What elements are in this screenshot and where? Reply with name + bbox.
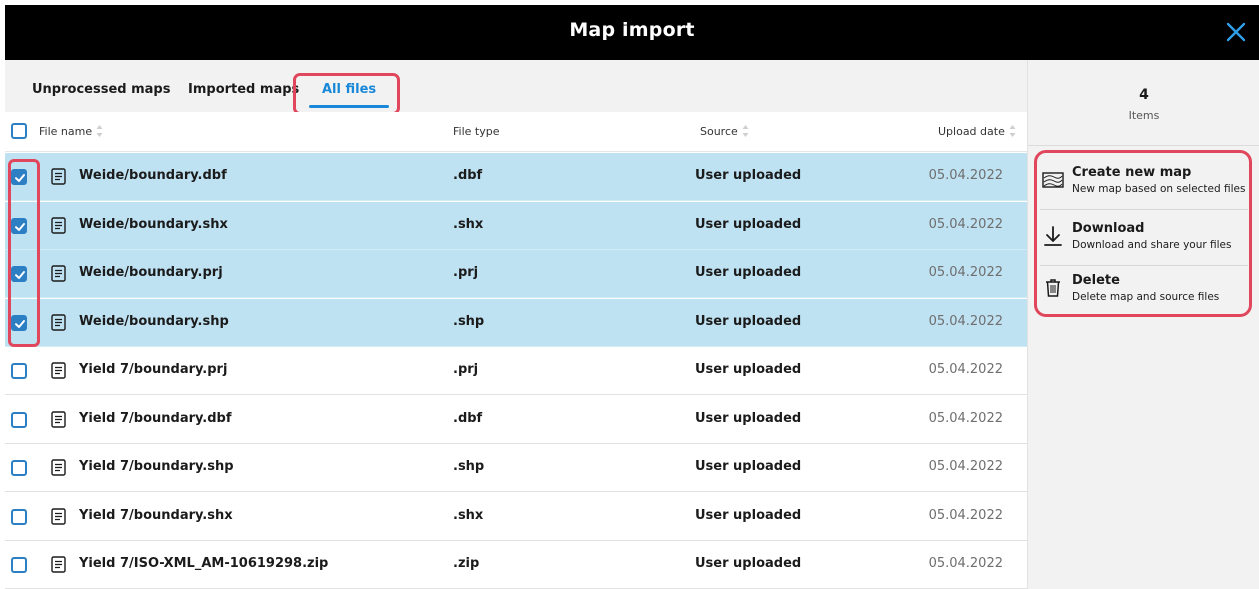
table-row[interactable]: Yield 7/boundary.prj .prj User uploaded 05.…: [5, 347, 1027, 395]
file-source: User uploaded: [695, 556, 802, 571]
column-header-label: Source: [700, 125, 738, 138]
document-icon: [51, 168, 66, 185]
file-name: Weide/boundary.prj: [79, 265, 223, 280]
upload-date: 05.04.2022: [928, 168, 1003, 183]
file-source: User uploaded: [695, 313, 802, 329]
sort-icon: [1009, 125, 1016, 137]
upload-date: 05.04.2022: [928, 265, 1003, 280]
file-type: .dbf: [453, 168, 483, 183]
table-row[interactable]: Weide/boundary.shp .shp User uploaded 05.04…: [5, 298, 1027, 347]
document-icon: [51, 459, 66, 476]
table-row[interactable]: Weide/boundary.dbf .dbf User uploaded 05.04…: [5, 153, 1027, 201]
document-icon: [51, 216, 66, 234]
table-header: File name File type Source Upload date: [5, 112, 1027, 152]
file-type: .shp: [453, 459, 485, 474]
column-header-file-name[interactable]: File name: [39, 125, 103, 139]
table-row[interactable]: Yield 7/boundary.shp .shp User uploaded 05.…: [5, 444, 1027, 492]
map-import-dialog: Map import Unprocessed maps Imported map…: [5, 5, 1259, 589]
file-name: Yield 7/boundary.shp: [79, 459, 234, 474]
file-list-panel: Unprocessed maps Imported maps All files…: [5, 60, 1027, 589]
column-header-upload-date[interactable]: Upload date: [938, 125, 1016, 139]
upload-date: 05.04.2022: [928, 459, 1003, 474]
file-type: .shx: [453, 216, 484, 232]
file-source: User uploaded: [695, 265, 802, 280]
sort-icon: [96, 125, 103, 137]
selected-count: 4: [1139, 87, 1149, 103]
file-name: Weide/boundary.dbf: [79, 168, 227, 183]
row-checkbox[interactable]: [11, 411, 27, 428]
document-icon: [51, 556, 66, 573]
document-icon: [51, 362, 66, 379]
dialog-title: Map import: [569, 19, 695, 41]
file-name: Weide/boundary.shx: [79, 216, 228, 232]
column-header-file-type[interactable]: File type: [453, 125, 499, 138]
table-row[interactable]: Weide/boundary.prj .prj User uploaded 05.04…: [5, 250, 1027, 298]
selected-count-label: Items: [1128, 109, 1160, 122]
title-bar: Map import: [5, 5, 1259, 60]
divider: [1028, 145, 1259, 146]
action-sidebar: 4 Items Create new map New map based on …: [1027, 60, 1259, 589]
row-checkbox[interactable]: [11, 508, 27, 525]
row-checkbox[interactable]: [11, 363, 27, 379]
file-type: .shp: [453, 313, 485, 329]
table-row[interactable]: Weide/boundary.shx .shx User uploaded 05.04…: [5, 201, 1027, 250]
file-name: Yield 7/boundary.dbf: [79, 410, 232, 426]
upload-date: 05.04.2022: [928, 507, 1003, 523]
document-icon: [51, 410, 66, 428]
row-checkbox[interactable]: [11, 557, 27, 573]
actions-highlight-annotation: [1034, 150, 1252, 317]
column-header-label: Upload date: [938, 125, 1005, 138]
table-row[interactable]: Yield 7/boundary.dbf .dbf User uploaded 05.…: [5, 396, 1027, 444]
checkbox-highlight-annotation: [8, 159, 40, 347]
file-source: User uploaded: [695, 410, 802, 426]
upload-date: 05.04.2022: [928, 556, 1003, 571]
file-type: .prj: [453, 265, 479, 280]
upload-date: 05.04.2022: [928, 410, 1003, 426]
table-row[interactable]: Yield 7/ISO-XML_AM-10619298.zip .zip User …: [5, 541, 1027, 589]
row-checkbox[interactable]: [11, 460, 27, 476]
table-row[interactable]: Yield 7/boundary.shx .shx User uploaded 05.…: [5, 493, 1027, 541]
document-icon: [51, 265, 66, 282]
file-name: Yield 7/boundary.prj: [79, 362, 228, 377]
file-source: User uploaded: [695, 216, 802, 232]
sort-icon: [742, 125, 749, 137]
select-all-checkbox[interactable]: [11, 123, 27, 139]
file-type: .dbf: [453, 410, 483, 426]
file-source: User uploaded: [695, 168, 802, 183]
file-type: .zip: [453, 556, 480, 571]
tab-bar: Unprocessed maps Imported maps All files: [5, 60, 1027, 112]
document-icon: [51, 507, 66, 525]
tab-imported-maps[interactable]: Imported maps: [188, 82, 299, 97]
close-icon[interactable]: [1223, 19, 1249, 45]
tab-unprocessed-maps[interactable]: Unprocessed maps: [32, 82, 170, 97]
file-source: User uploaded: [695, 459, 802, 474]
file-name: Yield 7/ISO-XML_AM-10619298.zip: [79, 556, 329, 571]
upload-date: 05.04.2022: [928, 313, 1003, 329]
file-source: User uploaded: [695, 507, 802, 523]
column-header-label: File name: [39, 125, 93, 138]
file-type: .shx: [453, 507, 484, 523]
file-name: Weide/boundary.shp: [79, 313, 229, 329]
file-name: Yield 7/boundary.shx: [79, 507, 233, 523]
tab-highlight-annotation: [293, 73, 400, 115]
file-type: .prj: [453, 362, 479, 377]
upload-date: 05.04.2022: [928, 216, 1003, 232]
document-icon: [51, 313, 66, 331]
file-source: User uploaded: [695, 362, 802, 377]
column-header-source[interactable]: Source: [700, 125, 749, 139]
upload-date: 05.04.2022: [928, 362, 1003, 377]
